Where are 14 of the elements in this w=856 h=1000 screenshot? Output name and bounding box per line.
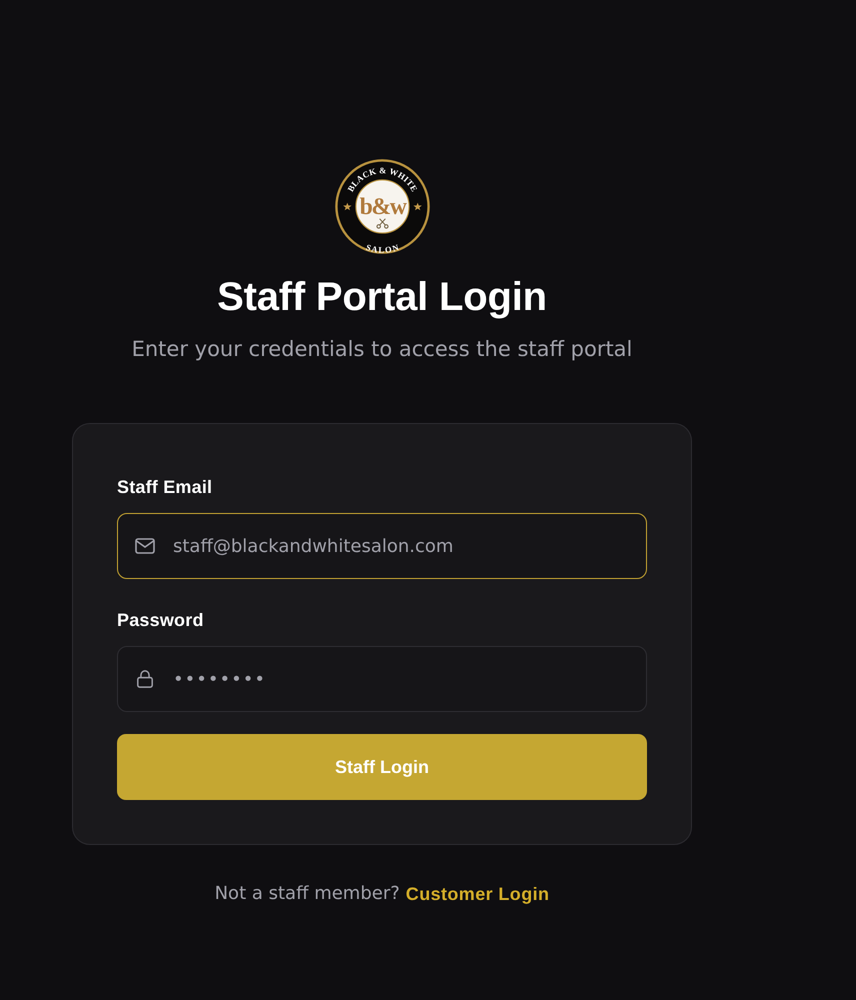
password-input[interactable]: •••••••• xyxy=(173,668,646,690)
lock-icon xyxy=(135,670,155,688)
email-input[interactable]: staff@blackandwhitesalon.com xyxy=(173,536,646,556)
logo-arc-text: SALON xyxy=(364,242,400,254)
mail-icon xyxy=(135,537,155,555)
customer-login-link[interactable]: Customer Login xyxy=(406,881,550,907)
page-title: Staff Portal Login xyxy=(217,274,547,320)
footer-text: Not a staff member? xyxy=(214,882,400,906)
page-subtitle: Enter your credentials to access the staff portal xyxy=(132,336,632,363)
field-label: Staff Email xyxy=(117,476,212,499)
field-label: Password xyxy=(117,609,204,632)
password-field[interactable]: •••••••• xyxy=(117,646,647,712)
email-field[interactable]: staff@blackandwhitesalon.com xyxy=(117,513,647,579)
logo-monogram: b&w xyxy=(359,194,405,220)
